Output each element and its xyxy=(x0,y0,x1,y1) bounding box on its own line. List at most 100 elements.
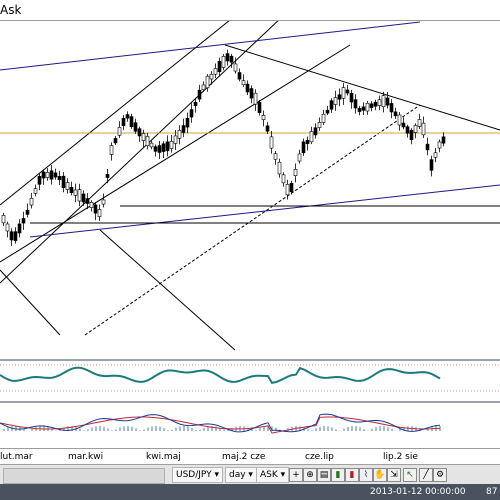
candle xyxy=(217,61,222,73)
candle xyxy=(337,94,342,100)
candle xyxy=(165,141,170,152)
candle xyxy=(345,89,350,94)
candle xyxy=(93,204,98,214)
candle xyxy=(313,127,318,136)
timeframe-value: day xyxy=(229,470,246,480)
candle xyxy=(101,199,106,205)
candle xyxy=(381,95,386,107)
candle xyxy=(113,138,118,144)
candle xyxy=(125,114,130,119)
candle xyxy=(361,106,366,111)
candle xyxy=(221,56,226,68)
candle xyxy=(413,125,418,133)
timeframe-select[interactable]: day ▾ xyxy=(225,467,257,483)
candle xyxy=(333,97,338,105)
candle xyxy=(201,84,206,91)
candle xyxy=(41,171,46,179)
candle xyxy=(365,102,370,112)
candle xyxy=(177,130,182,139)
candle-chart-icon[interactable]: ▮ xyxy=(345,468,359,482)
candle xyxy=(89,201,94,209)
candle xyxy=(1,215,6,224)
channel-line-upper-2[interactable] xyxy=(0,0,301,284)
candle xyxy=(373,101,378,107)
candle xyxy=(237,72,242,80)
candle xyxy=(29,197,34,206)
zoom-icon[interactable]: ▤ xyxy=(317,468,331,482)
candle xyxy=(429,159,434,171)
candle xyxy=(5,223,10,232)
channel-line-middle[interactable] xyxy=(0,44,351,263)
price-side-select[interactable]: ASK ▾ xyxy=(256,467,290,483)
candle xyxy=(13,231,18,241)
candle xyxy=(173,135,178,144)
price-side-value: ASK xyxy=(260,470,278,480)
candle xyxy=(421,122,426,136)
candle xyxy=(405,126,410,134)
chart-toolbar: USD/JPY ▾ day ▾ ASK ▾ + ⊕ ▤ ▮ ▮ ⌇ ✋ ⇲ ↖ … xyxy=(0,464,500,485)
expand-icon[interactable]: + xyxy=(289,468,303,482)
candle xyxy=(73,189,78,196)
candle xyxy=(257,102,262,113)
candle xyxy=(273,153,278,160)
cursor-icon[interactable]: ↖ xyxy=(403,468,417,482)
title-bar: Ask xyxy=(0,0,500,21)
candle xyxy=(77,189,82,202)
price-chart[interactable] xyxy=(0,0,500,359)
candle xyxy=(321,113,326,123)
crosshair-icon[interactable]: ⊕ xyxy=(303,468,317,482)
candle xyxy=(253,92,258,105)
line-chart-icon[interactable]: ⌇ xyxy=(359,468,373,482)
candle xyxy=(149,142,154,148)
trendline-blue-top[interactable] xyxy=(0,21,421,71)
channel-line-lower-left[interactable] xyxy=(0,269,61,336)
chart-window: Ask lut.mar mar.kwi kwi.maj maj.2 cze cz… xyxy=(0,0,500,500)
bar-chart-icon[interactable]: ▮ xyxy=(331,468,345,482)
candle xyxy=(161,143,166,152)
candle xyxy=(293,169,298,177)
time-axis-label: kwi.maj xyxy=(146,452,181,462)
trendline-descending[interactable] xyxy=(224,44,500,131)
settings-icon[interactable]: ⚙ xyxy=(433,468,447,482)
candle xyxy=(241,80,246,86)
time-axis-label: lut.mar xyxy=(0,452,33,462)
candle xyxy=(229,55,234,63)
candle xyxy=(249,88,254,99)
macd-panel[interactable] xyxy=(0,403,500,448)
candle xyxy=(397,114,402,126)
candle xyxy=(49,170,54,180)
pan-icon[interactable]: ✋ xyxy=(373,468,387,482)
candle xyxy=(37,176,42,185)
candle xyxy=(81,193,86,203)
price-chart-svg[interactable] xyxy=(0,0,500,359)
channel-line-upper[interactable] xyxy=(0,19,231,206)
candle xyxy=(297,153,302,162)
candle xyxy=(189,109,194,118)
candle xyxy=(261,115,266,120)
symbol-value: USD/JPY xyxy=(176,470,212,480)
candle xyxy=(53,172,58,178)
candle xyxy=(369,103,374,108)
candle xyxy=(121,117,126,127)
candle xyxy=(341,87,346,99)
symbol-select[interactable]: USD/JPY ▾ xyxy=(172,467,224,483)
draw-line-icon[interactable]: ╱ xyxy=(419,468,433,482)
candle xyxy=(157,145,162,153)
candle xyxy=(153,146,158,152)
candle xyxy=(305,139,310,145)
scroll-icon[interactable]: ⇲ xyxy=(387,468,401,482)
candle xyxy=(105,174,110,178)
time-axis-label: lip.2 sie xyxy=(383,452,418,462)
horizontal-scrollbar[interactable] xyxy=(3,468,165,484)
candle xyxy=(25,209,30,215)
channel-dashed-line[interactable] xyxy=(84,104,421,336)
oscillator-line xyxy=(0,366,441,385)
candle xyxy=(69,187,74,193)
candle xyxy=(245,83,250,93)
candle xyxy=(285,184,290,196)
candle xyxy=(109,145,114,155)
channel-line-lower[interactable] xyxy=(99,229,236,351)
time-axis-label: mar.kwi xyxy=(68,452,104,462)
oscillator-panel[interactable] xyxy=(0,361,500,401)
candle xyxy=(393,111,398,117)
